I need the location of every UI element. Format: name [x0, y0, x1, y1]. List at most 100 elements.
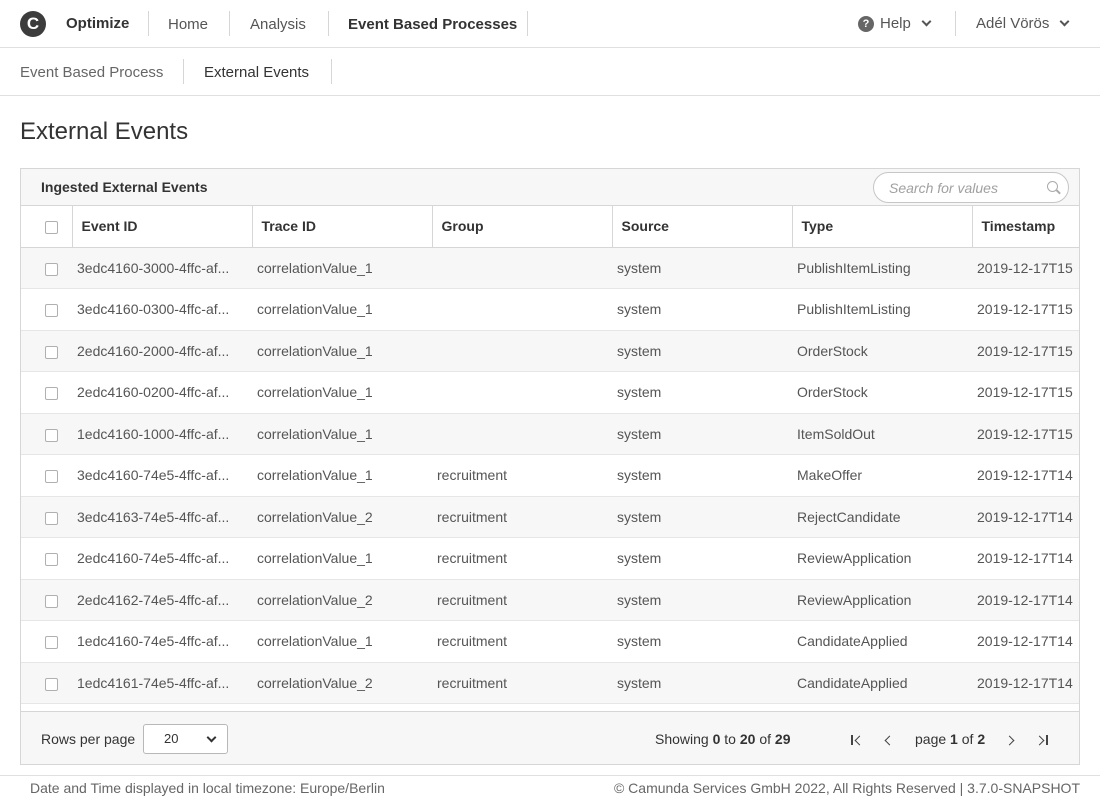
row-checkbox[interactable]	[45, 636, 58, 650]
row-checkbox[interactable]	[45, 262, 58, 276]
row-checkbox[interactable]	[45, 470, 58, 484]
showing-range: Showing 0 to 20 of 29	[655, 731, 790, 747]
events-table-container[interactable]: Event ID Trace ID Group Source Type Time…	[21, 206, 1079, 711]
table-row[interactable]: 2edc4160-0200-4ffc-af... correlationValue…	[21, 371, 1079, 414]
chevron-down-icon	[921, 16, 932, 27]
search-input[interactable]	[873, 172, 1069, 203]
nav-divider	[955, 11, 956, 36]
cell-source: system	[612, 413, 792, 455]
column-header-timestamp[interactable]: Timestamp	[971, 206, 1079, 248]
row-checkbox[interactable]	[45, 677, 58, 691]
cell-timestamp: 2019-12-17T14	[972, 454, 1079, 497]
cell-event-id: 2edc4160-74e5-4ffc-af...	[72, 537, 252, 580]
app-name[interactable]: Optimize	[66, 15, 129, 32]
cell-timestamp: 2019-12-17T15	[972, 288, 1079, 331]
row-select-cell	[21, 371, 72, 414]
nav-divider	[527, 11, 528, 36]
row-checkbox[interactable]	[45, 304, 58, 318]
row-select-cell	[21, 620, 72, 663]
pagination-bar: Rows per page 20 Showing 0 to 20 of 29 p…	[21, 711, 1079, 764]
cell-source: system	[612, 247, 792, 289]
next-page-button[interactable]	[1001, 730, 1021, 750]
chevron-down-icon	[206, 732, 217, 743]
cell-timestamp: 2019-12-17T15	[972, 371, 1079, 414]
help-label: Help	[880, 15, 911, 32]
cell-group	[432, 330, 612, 372]
cell-event-id: 2edc4162-74e5-4ffc-af...	[72, 579, 252, 621]
user-menu[interactable]: Adél Vörös	[976, 15, 1070, 32]
cell-type: CandidateApplied	[792, 662, 972, 704]
cell-type: OrderStock	[792, 330, 972, 372]
help-menu[interactable]: ? Help	[858, 15, 932, 32]
cell-timestamp: 2019-12-17T14	[972, 537, 1079, 580]
rows-per-page-label: Rows per page	[41, 731, 136, 747]
row-checkbox[interactable]	[45, 345, 58, 359]
cell-group: recruitment	[432, 620, 612, 663]
page-current: 1	[950, 731, 958, 747]
rows-per-page-select[interactable]: 20	[143, 724, 228, 754]
table-row[interactable]: 3edc4160-3000-4ffc-af... correlationValue…	[21, 247, 1079, 289]
cell-trace-id: correlationValue_2	[252, 662, 432, 704]
subnav-tab-external-events[interactable]: External Events	[204, 48, 309, 96]
row-select-cell	[21, 330, 72, 372]
table-row[interactable]: 1edc4160-1000-4ffc-af... correlationValue…	[21, 413, 1079, 455]
cell-source: system	[612, 330, 792, 372]
column-header-type[interactable]: Type	[791, 206, 972, 248]
nav-tab-home[interactable]: Home	[168, 0, 208, 48]
table-row[interactable]: 2edc4160-74e5-4ffc-af... correlationValue…	[21, 537, 1079, 580]
row-select-cell	[21, 662, 72, 704]
page-indicator: page 1 of 2	[915, 731, 985, 747]
timezone-note: Date and Time displayed in local timezon…	[30, 780, 385, 796]
column-header-event-id[interactable]: Event ID	[71, 206, 252, 248]
first-page-button[interactable]	[847, 730, 867, 750]
table-row[interactable]: 2edc4160-2000-4ffc-af... correlationValue…	[21, 330, 1079, 372]
row-checkbox[interactable]	[45, 553, 58, 567]
row-select-cell	[21, 454, 72, 497]
row-checkbox[interactable]	[45, 511, 58, 525]
table-row[interactable]: 1edc4160-74e5-4ffc-af... correlationValue…	[21, 620, 1079, 663]
subnav-tab-event-based-process[interactable]: Event Based Process	[20, 48, 163, 96]
column-header-group[interactable]: Group	[431, 206, 612, 248]
cell-trace-id: correlationValue_1	[252, 537, 432, 580]
cell-timestamp: 2019-12-17T15	[972, 413, 1079, 455]
cell-trace-id: correlationValue_1	[252, 247, 432, 289]
cell-type: PublishItemListing	[792, 288, 972, 331]
row-select-cell	[21, 247, 72, 289]
cell-type: OrderStock	[792, 371, 972, 414]
nav-tab-event-based-processes[interactable]: Event Based Processes	[348, 0, 517, 48]
row-checkbox[interactable]	[45, 387, 58, 401]
rows-per-page-value: 20	[164, 731, 179, 746]
row-select-cell	[21, 496, 72, 538]
column-header-trace-id[interactable]: Trace ID	[251, 206, 432, 248]
select-all-checkbox[interactable]	[45, 221, 58, 235]
nav-tab-analysis[interactable]: Analysis	[250, 0, 306, 48]
cell-group: recruitment	[432, 537, 612, 580]
table-row[interactable]: 3edc4163-74e5-4ffc-af... correlationValue…	[21, 496, 1079, 538]
last-page-button[interactable]	[1032, 730, 1052, 750]
cell-timestamp: 2019-12-17T15	[972, 247, 1079, 289]
cell-group	[432, 288, 612, 331]
cell-type: ReviewApplication	[792, 579, 972, 621]
row-checkbox[interactable]	[45, 594, 58, 608]
table-row[interactable]: 1edc4161-74e5-4ffc-af... correlationValue…	[21, 662, 1079, 704]
cell-type: MakeOffer	[792, 454, 972, 497]
panel-title: Ingested External Events	[41, 179, 208, 195]
table-row[interactable]: 3edc4160-0300-4ffc-af... correlationValue…	[21, 288, 1079, 331]
cell-trace-id: correlationValue_2	[252, 496, 432, 538]
camunda-logo[interactable]: C	[20, 11, 46, 37]
table-row[interactable]: 3edc4160-74e5-4ffc-af... correlationValue…	[21, 454, 1079, 497]
chevron-left-icon	[854, 735, 865, 745]
cell-type: PublishItemListing	[792, 247, 972, 289]
showing-to-word: to	[724, 731, 736, 747]
table-row[interactable]: 2edc4162-74e5-4ffc-af... correlationValue…	[21, 579, 1079, 621]
cell-event-id: 1edc4161-74e5-4ffc-af...	[72, 662, 252, 704]
page-word: page	[915, 731, 947, 747]
previous-page-button[interactable]	[878, 730, 898, 750]
column-header-source[interactable]: Source	[611, 206, 792, 248]
cell-type: RejectCandidate	[792, 496, 972, 538]
cell-trace-id: correlationValue_1	[252, 288, 432, 331]
events-table: Event ID Trace ID Group Source Type Time…	[21, 206, 1079, 704]
user-name: Adél Vörös	[976, 15, 1050, 32]
row-checkbox[interactable]	[45, 428, 58, 442]
showing-of-word: of	[759, 731, 772, 747]
